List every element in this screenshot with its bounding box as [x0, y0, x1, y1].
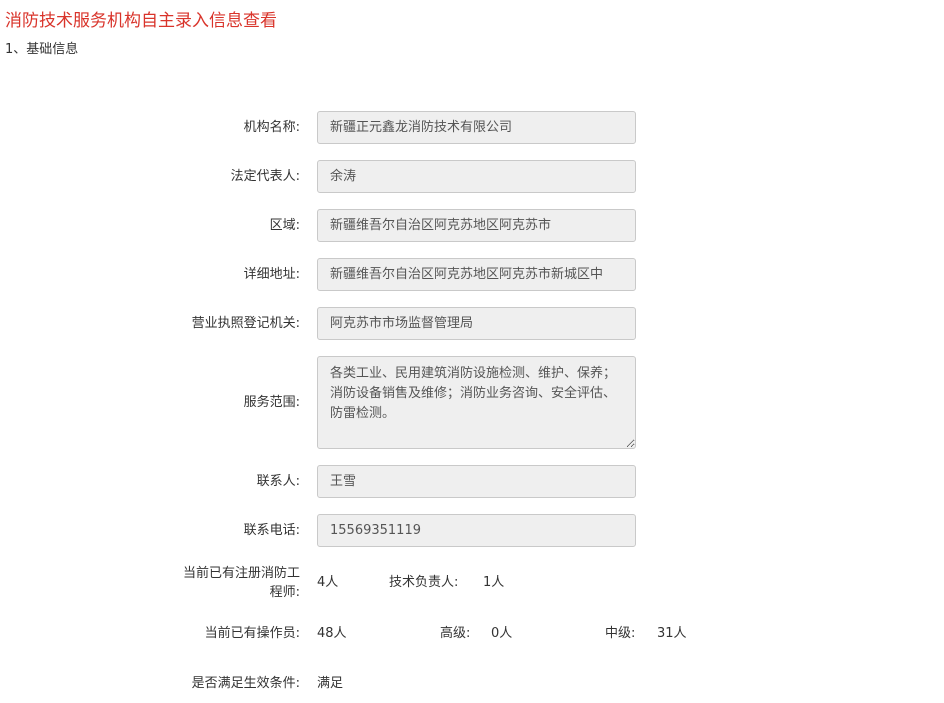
service-scope-label: 服务范围: — [243, 395, 300, 410]
tech-lead-label: 技术负责人: — [389, 575, 459, 590]
phone-field[interactable]: 15569351119 — [317, 514, 636, 547]
license-authority-label: 营业执照登记机关: — [191, 316, 300, 331]
org-name-label: 机构名称: — [243, 120, 300, 135]
page-title: 消防技术服务机构自主录入信息查看 — [5, 11, 277, 31]
region-field[interactable]: 新疆维吾尔自治区阿克苏地区阿克苏市 — [317, 209, 636, 242]
license-authority-field[interactable]: 阿克苏市市场监督管理局 — [317, 307, 636, 340]
address-field[interactable]: 新疆维吾尔自治区阿克苏地区阿克苏市新城区中 — [317, 258, 636, 291]
phone-label: 联系电话: — [243, 523, 300, 538]
senior-label: 高级: — [440, 626, 471, 641]
tech-lead-count: 1人 — [483, 575, 505, 590]
contact-field[interactable]: 王雪 — [317, 465, 636, 498]
legal-rep-field[interactable]: 余涛 — [317, 160, 636, 193]
senior-count: 0人 — [491, 626, 513, 641]
engineers-count: 4人 — [317, 575, 339, 590]
region-label: 区域: — [269, 218, 300, 233]
middle-label: 中级: — [605, 626, 636, 641]
org-name-field[interactable]: 新疆正元鑫龙消防技术有限公司 — [317, 111, 636, 144]
engineers-label-line1: 当前已有注册消防工 — [182, 566, 300, 581]
section-title-basic-info: 1、基础信息 — [5, 42, 79, 57]
legal-rep-label: 法定代表人: — [230, 169, 300, 184]
effective-value: 满足 — [317, 676, 344, 691]
engineers-label-line2: 程师: — [269, 585, 300, 600]
service-scope-textarea[interactable]: 各类工业、民用建筑消防设施检测、维护、保养；消防设备销售及维修；消防业务咨询、安… — [317, 356, 636, 449]
middle-count: 31人 — [657, 626, 687, 641]
address-label: 详细地址: — [243, 267, 300, 282]
contact-label: 联系人: — [256, 474, 300, 489]
operators-label: 当前已有操作员: — [204, 626, 300, 641]
operators-count: 48人 — [317, 626, 347, 641]
effective-label: 是否满足生效条件: — [191, 676, 300, 691]
